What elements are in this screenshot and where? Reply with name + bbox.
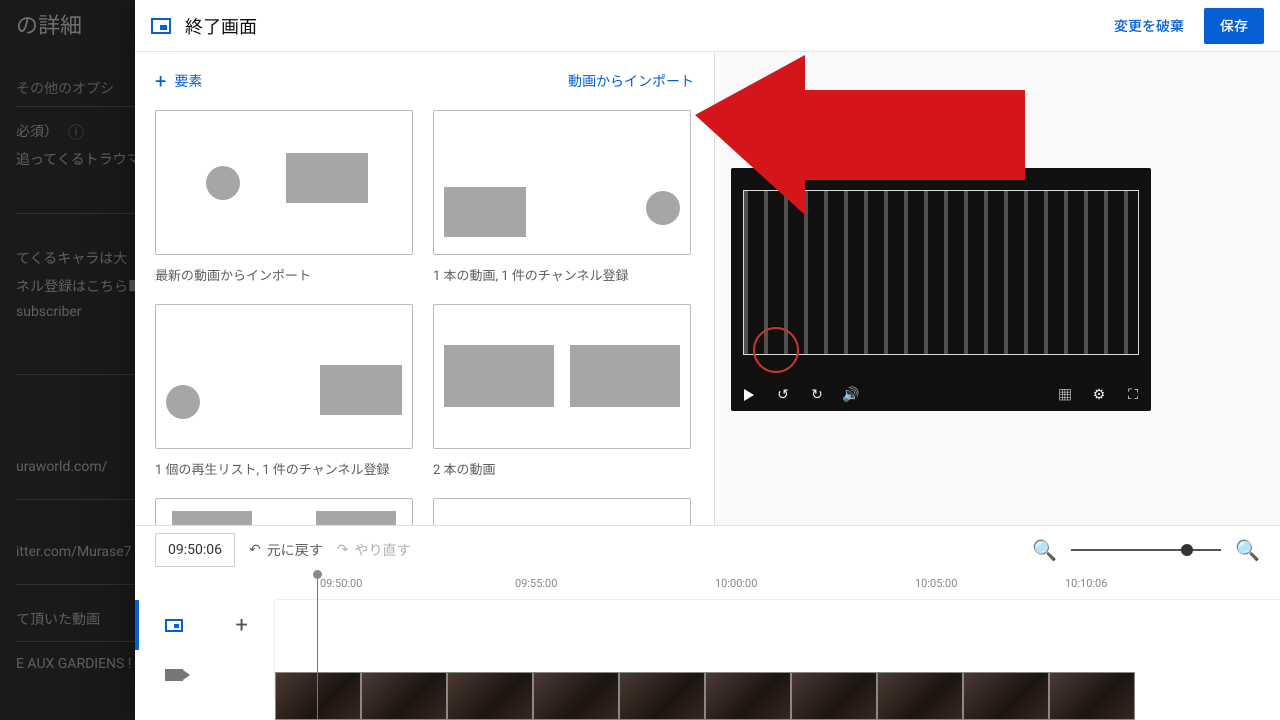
- redo-button: ↷ やり直す: [337, 540, 411, 560]
- undo-icon: ↶: [249, 542, 261, 558]
- redo-icon: ↷: [337, 542, 349, 558]
- playhead[interactable]: [317, 572, 318, 719]
- timecode-input[interactable]: 09:50:06: [155, 533, 235, 567]
- settings-gear-icon[interactable]: ⚙: [1089, 385, 1109, 405]
- player-controls: ↺ ↻ 🔊 ▦ ⚙ ⛶: [739, 385, 1143, 405]
- templates-pane: + 要素 動画からインポート 最新の動画からインポート: [135, 52, 715, 525]
- track-video[interactable]: [135, 650, 275, 700]
- timeline-panel: 09:50:06 ↶ 元に戻す ↷ やり直す 🔍 🔍 09:50:00 09:5…: [135, 525, 1280, 720]
- dialog-title: 終了画面: [185, 13, 1102, 39]
- plus-icon[interactable]: +: [235, 613, 247, 638]
- camera-icon: [165, 669, 183, 681]
- grid-icon[interactable]: ▦: [1055, 385, 1075, 405]
- zoom-out-icon[interactable]: 🔍: [1032, 538, 1057, 562]
- template-label: 最新の動画からインポート: [155, 265, 413, 284]
- template-card[interactable]: [155, 498, 413, 525]
- dialog-header: 終了画面 変更を破棄 保存: [135, 0, 1280, 52]
- video-thumbnail-strip[interactable]: [275, 600, 1280, 720]
- template-label: 2 本の動画: [433, 459, 691, 478]
- timeline-ruler[interactable]: 09:50:00 09:55:00 10:00:00 10:05:00 10:1…: [275, 574, 1280, 600]
- template-card[interactable]: 2 本の動画: [433, 304, 691, 478]
- end-screen-dialog: 終了画面 変更を破棄 保存 + 要素 動画からインポート: [135, 0, 1280, 720]
- track-endscreen[interactable]: +: [135, 600, 275, 650]
- end-screen-icon: [151, 18, 171, 34]
- import-from-video-button[interactable]: 動画からインポート: [568, 71, 694, 91]
- add-element-button[interactable]: + 要素: [155, 71, 202, 91]
- undo-button[interactable]: ↶ 元に戻す: [249, 540, 323, 560]
- discard-button[interactable]: 変更を破棄: [1102, 8, 1196, 44]
- template-card[interactable]: [433, 498, 691, 525]
- play-button[interactable]: [739, 385, 759, 405]
- zoom-slider[interactable]: [1071, 549, 1221, 551]
- template-label: 1 個の再生リスト, 1 件のチャンネル登録: [155, 459, 413, 478]
- template-card[interactable]: 1 本の動画, 1 件のチャンネル登録: [433, 110, 691, 284]
- template-label: 1 本の動画, 1 件のチャンネル登録: [433, 265, 691, 284]
- annotation-arrow: [695, 55, 1035, 215]
- end-screen-icon: [165, 619, 183, 632]
- rewind-10-icon[interactable]: ↺: [773, 385, 793, 405]
- plus-icon: +: [155, 71, 166, 91]
- forward-10-icon[interactable]: ↻: [807, 385, 827, 405]
- zoom-in-icon[interactable]: 🔍: [1235, 538, 1260, 562]
- save-button[interactable]: 保存: [1204, 8, 1264, 44]
- volume-icon[interactable]: 🔊: [841, 385, 861, 405]
- template-card[interactable]: 最新の動画からインポート: [155, 110, 413, 284]
- template-card[interactable]: 1 個の再生リスト, 1 件のチャンネル登録: [155, 304, 413, 478]
- fullscreen-icon[interactable]: ⛶: [1123, 385, 1143, 405]
